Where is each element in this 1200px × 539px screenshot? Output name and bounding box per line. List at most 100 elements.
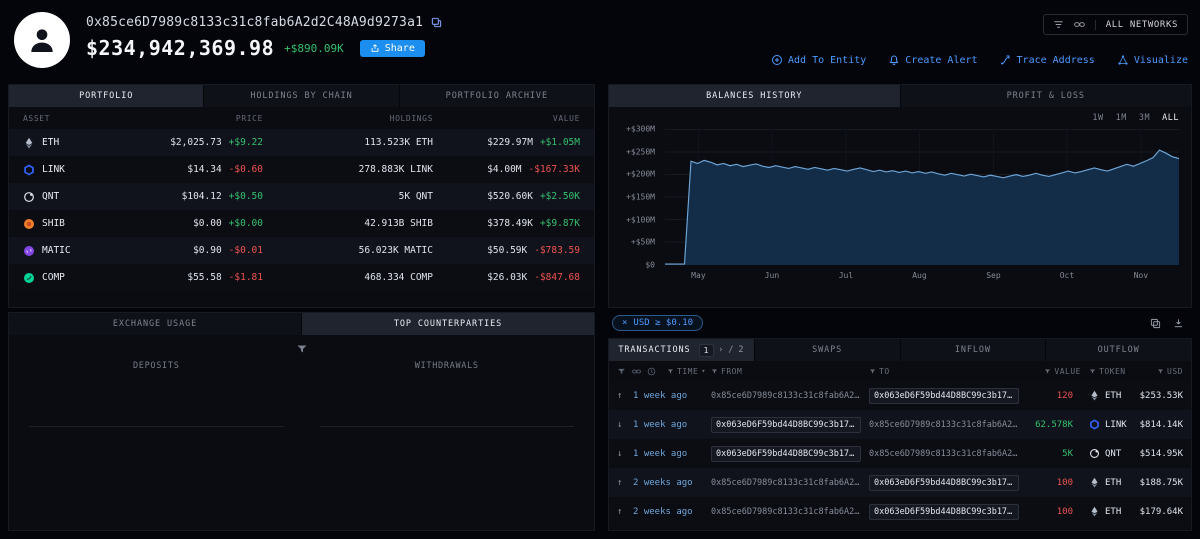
- holdings-cell: 113.523K ETH: [263, 137, 433, 148]
- tab-holdings-by-chain[interactable]: HOLDINGS BY CHAIN: [204, 85, 399, 107]
- tx-time[interactable]: 1 week ago: [633, 449, 711, 459]
- tab-exchange-usage[interactable]: EXCHANGE USAGE: [9, 313, 301, 335]
- current-page[interactable]: 1: [698, 343, 715, 357]
- price-change: +$0.50: [228, 191, 263, 202]
- tab-balances-history[interactable]: BALANCES HISTORY: [609, 85, 900, 107]
- tx-to-address[interactable]: 0x85ce6D7989c8133c31c8fab6A2d…: [869, 449, 1019, 459]
- download-icon[interactable]: [1173, 318, 1184, 329]
- tx-time[interactable]: 1 week ago: [633, 391, 711, 401]
- counterparties-panel: EXCHANGE USAGE TOP COUNTERPARTIES DEPOSI…: [8, 312, 595, 531]
- counterparties-tabbar: EXCHANGE USAGE TOP COUNTERPARTIES: [9, 313, 594, 335]
- clock-icon[interactable]: [647, 367, 656, 376]
- asset-ticker: QNT: [42, 191, 60, 202]
- chart-y-axis: +$300M +$250M +$200M +$150M +$100M +$50M $0: [615, 125, 659, 270]
- tab-portfolio[interactable]: PORTFOLIO: [9, 85, 204, 107]
- tx-from-address[interactable]: 0x063eD6F59bd44D8BC99c3b170a3…: [711, 445, 861, 462]
- tab-profit-loss[interactable]: PROFIT & LOSS: [900, 85, 1191, 107]
- filter-funnel-icon: [1089, 368, 1096, 374]
- balances-history-chart[interactable]: [665, 129, 1179, 265]
- filter-icon[interactable]: [1053, 19, 1064, 30]
- col-price[interactable]: PRICE: [133, 114, 263, 123]
- price-change: -$1.81: [228, 272, 263, 283]
- y-axis-label: +$50M: [630, 237, 655, 247]
- tx-from-address[interactable]: 0x85ce6D7989c8133c31c8fab6A2d…: [711, 507, 861, 517]
- chain-link-icon[interactable]: [1073, 19, 1085, 30]
- price-value: $55.58: [187, 272, 222, 283]
- portfolio-row-matic[interactable]: MATIC $0.90 -$0.01 56.023K MATIC $50.59K -$78…: [9, 237, 594, 264]
- tab-outflow[interactable]: OUTFLOW: [1046, 339, 1191, 361]
- transaction-row[interactable]: ↑ 2 weeks ago 0x85ce6D7989c8133c31c8fab6A2…: [609, 468, 1191, 497]
- col-value[interactable]: VALUE: [433, 114, 580, 123]
- tx-to-address[interactable]: 0x063eD6F59bd44D8BC99c3b170a3…: [869, 387, 1019, 404]
- copy-table-icon[interactable]: [1150, 318, 1161, 329]
- tx-to-address[interactable]: 0x85ce6D7989c8133c31c8fab6A2d…: [869, 420, 1019, 430]
- chart-body: 1W 1M 3M ALL +$300M +$250M +$200M +$150M +$1…: [609, 107, 1191, 307]
- price-value: $0.00: [193, 218, 222, 229]
- action-add-to-entity[interactable]: Add To Entity: [771, 54, 866, 66]
- tx-from-address[interactable]: 0x85ce6D7989c8133c31c8fab6A2d…: [711, 478, 861, 488]
- transaction-row[interactable]: ↓ 1 week ago 0x063eD6F59bd44D8BC99c3b170a3…: [609, 410, 1191, 439]
- col-from[interactable]: FROM: [711, 367, 869, 376]
- tx-token: QNT: [1081, 448, 1133, 459]
- chain-link-icon[interactable]: [632, 367, 641, 376]
- portfolio-row-shib[interactable]: SHIB $0.00 +$0.00 42.913B SHIB $378.49K +$9.8…: [9, 210, 594, 237]
- tx-from-address[interactable]: 0x85ce6D7989c8133c31c8fab6A2d…: [711, 391, 861, 401]
- tab-swaps[interactable]: SWAPS: [754, 339, 900, 361]
- all-networks-button[interactable]: ALL NETWORKS: [1094, 19, 1178, 30]
- col-value[interactable]: VALUE: [1027, 367, 1081, 376]
- counterparties-filter-icon[interactable]: [9, 335, 594, 359]
- tab-portfolio-archive[interactable]: PORTFOLIO ARCHIVE: [399, 85, 594, 107]
- wallet-identity: 0x85ce6D7989c8133c31c8fab6A2d2C48A9d9273…: [86, 12, 442, 84]
- bell-icon: [888, 54, 900, 66]
- price-cell: $2,025.73 +$9.22: [133, 137, 263, 148]
- funnel-icon[interactable]: [617, 367, 626, 376]
- range-3m[interactable]: 3M: [1139, 113, 1150, 123]
- portfolio-row-comp[interactable]: COMP $55.58 -$1.81 468.334 COMP $26.03K -$847…: [9, 264, 594, 291]
- tx-to-address[interactable]: 0x063eD6F59bd44D8BC99c3b170a3…: [869, 503, 1019, 520]
- action-trace-address[interactable]: Trace Address: [1000, 54, 1095, 66]
- action-visualize[interactable]: Visualize: [1117, 54, 1188, 66]
- time-range-selector: 1W 1M 3M ALL: [1092, 113, 1179, 123]
- asset-ticker: MATIC: [42, 245, 71, 256]
- transaction-row[interactable]: ↑ 2 weeks ago 0x85ce6D7989c8133c31c8fab6A2…: [609, 497, 1191, 526]
- col-holdings[interactable]: HOLDINGS: [263, 114, 433, 123]
- wallet-address[interactable]: 0x85ce6D7989c8133c31c8fab6A2d2C48A9d9273…: [86, 15, 423, 30]
- action-create-alert[interactable]: Create Alert: [888, 54, 978, 66]
- col-time[interactable]: TIME ▾: [667, 367, 711, 376]
- tx-time[interactable]: 1 week ago: [633, 420, 711, 430]
- close-icon[interactable]: ×: [622, 318, 627, 328]
- header: 0x85ce6D7989c8133c31c8fab6A2d2C48A9d9273…: [0, 0, 1200, 84]
- range-1w[interactable]: 1W: [1092, 113, 1103, 123]
- copy-address-icon[interactable]: [431, 17, 442, 28]
- col-token[interactable]: TOKEN: [1081, 367, 1133, 376]
- tx-time[interactable]: 2 weeks ago: [633, 507, 711, 517]
- tx-time[interactable]: 2 weeks ago: [633, 478, 711, 488]
- portfolio-row-eth[interactable]: ETH $2,025.73 +$9.22 113.523K ETH $229.97M +$…: [9, 129, 594, 156]
- col-asset[interactable]: ASSET: [23, 114, 133, 123]
- transaction-row[interactable]: ↑ 1 week ago 0x85ce6D7989c8133c31c8fab6A2d…: [609, 381, 1191, 410]
- value-amount: $229.97M: [487, 137, 533, 148]
- tx-from-address[interactable]: 0x063eD6F59bd44D8BC99c3b170a3…: [711, 416, 861, 433]
- value-change: -$783.59: [534, 245, 580, 256]
- tab-top-counterparties[interactable]: TOP COUNTERPARTIES: [302, 313, 594, 335]
- action-label: Add To Entity: [788, 54, 867, 66]
- tx-usd: $514.95K: [1139, 448, 1183, 459]
- portfolio-row-qnt[interactable]: QNT $104.12 +$0.50 5K QNT $520.60K +$2.50K: [9, 183, 594, 210]
- usd-filter-chip[interactable]: × USD ≥ $0.10: [612, 315, 704, 331]
- filter-funnel-icon: [711, 368, 718, 374]
- portfolio-row-link[interactable]: LINK $14.34 -$0.60 278.883K LINK $4.00M -$167…: [9, 156, 594, 183]
- col-usd[interactable]: USD: [1133, 367, 1183, 376]
- tx-usd: $179.64K: [1139, 506, 1183, 517]
- share-button[interactable]: Share: [359, 39, 425, 57]
- transaction-row[interactable]: ↓ 1 week ago 0x063eD6F59bd44D8BC99c3b170a3…: [609, 439, 1191, 468]
- col-to[interactable]: TO: [869, 367, 1027, 376]
- value-cell: $520.60K +$2.50K: [433, 191, 580, 202]
- main-content: PORTFOLIO HOLDINGS BY CHAIN PORTFOLIO AR…: [0, 84, 1200, 531]
- tx-to-address[interactable]: 0x063eD6F59bd44D8BC99c3b170a3…: [869, 474, 1019, 491]
- value-change: +$1.05M: [539, 137, 580, 148]
- tab-inflow[interactable]: INFLOW: [900, 339, 1046, 361]
- range-1m[interactable]: 1M: [1116, 113, 1127, 123]
- tab-transactions[interactable]: TRANSACTIONS 1 › / 2: [609, 339, 754, 361]
- range-all[interactable]: ALL: [1162, 113, 1179, 123]
- next-page-icon[interactable]: ›: [718, 345, 724, 355]
